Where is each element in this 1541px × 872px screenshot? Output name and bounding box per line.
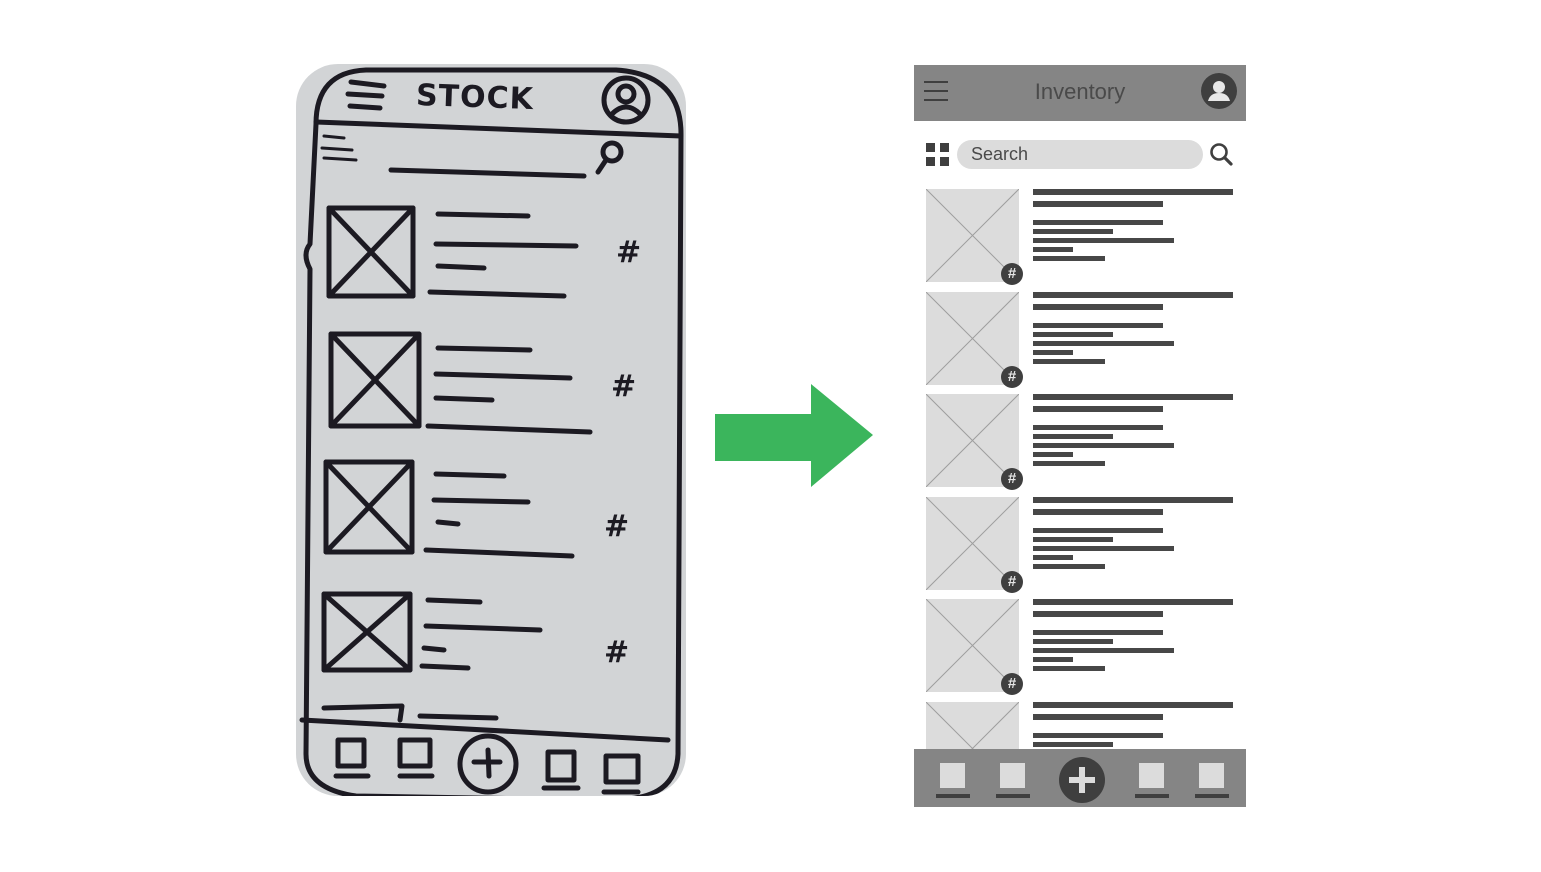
sketch-avatar-icon <box>601 75 651 125</box>
item-title-text <box>1033 611 1163 617</box>
item-detail-text <box>1033 340 1174 346</box>
item-detail-text <box>1033 220 1163 225</box>
search-input[interactable] <box>957 140 1203 169</box>
sketch-item-2-quantity: # <box>611 369 636 404</box>
item-detail-text <box>1033 349 1073 355</box>
quantity-badge: # <box>1001 570 1023 593</box>
sketch-item-3 <box>323 459 575 559</box>
item-detail-text <box>1033 657 1073 662</box>
item-detail-text <box>1033 434 1113 439</box>
sketch-filter-icon <box>320 134 358 162</box>
sketch-menu-icon <box>345 79 387 111</box>
list-item[interactable]: # <box>914 290 1246 388</box>
sketch-item-2 <box>328 331 593 435</box>
sketch-item-4-quantity: # <box>604 635 629 670</box>
item-title-text <box>1033 291 1233 298</box>
quantity-badge: # <box>1001 263 1023 285</box>
item-detail-text <box>1033 322 1163 328</box>
item-detail-text <box>1033 256 1105 261</box>
item-detail-text <box>1033 443 1174 448</box>
sketch-search-field <box>388 167 587 179</box>
transition-arrow-icon <box>715 384 873 487</box>
item-detail-text <box>1033 425 1163 430</box>
sketch-search-icon <box>595 140 624 175</box>
page-title: Inventory <box>1034 79 1126 104</box>
sketch-nav-tab-4 <box>601 753 641 795</box>
nav-tab-3[interactable] <box>1135 763 1169 799</box>
sketch-item-3-quantity: # <box>604 509 629 544</box>
item-title-text <box>1033 496 1233 503</box>
item-title-text <box>1033 303 1163 310</box>
quantity-badge: # <box>1001 673 1023 695</box>
sketch-item-1-quantity: # <box>616 235 641 270</box>
item-title-text <box>1033 701 1233 708</box>
list-item[interactable]: # <box>914 187 1246 285</box>
item-detail-text <box>1033 639 1113 644</box>
sketch-item-4 <box>321 591 543 673</box>
item-detail-text <box>1033 741 1113 747</box>
item-title-text <box>1033 713 1163 720</box>
item-detail-text <box>1033 630 1163 635</box>
item-detail-text <box>1033 461 1105 466</box>
item-detail-text <box>1033 536 1113 542</box>
item-detail-text <box>1033 331 1113 337</box>
item-title-text <box>1033 406 1163 412</box>
item-detail-text <box>1033 358 1105 364</box>
sketch-drawing: # # # # <box>299 67 684 796</box>
app-header: Inventory <box>914 65 1246 121</box>
quantity-badge: # <box>1001 468 1023 490</box>
item-detail-text <box>1033 732 1163 738</box>
item-title-text <box>1033 508 1163 515</box>
item-detail-text <box>1033 563 1105 569</box>
user-avatar-icon[interactable] <box>1201 73 1237 109</box>
sketch-title: STOCK <box>415 77 535 118</box>
add-item-button[interactable] <box>1059 757 1105 803</box>
item-detail-text <box>1033 247 1073 252</box>
sketch-nav-tab-1 <box>333 737 371 779</box>
item-title-text <box>1033 394 1233 400</box>
quantity-badge: # <box>1001 365 1023 388</box>
item-title-text <box>1033 189 1233 195</box>
sketch-nav-tab-3 <box>541 749 581 791</box>
search-icon[interactable] <box>1209 142 1235 168</box>
nav-tab-2[interactable] <box>996 763 1030 799</box>
item-detail-text <box>1033 648 1174 653</box>
sketch-item-1 <box>326 205 579 299</box>
nav-tab-4[interactable] <box>1195 763 1229 799</box>
item-detail-text <box>1033 554 1073 560</box>
list-item[interactable]: # <box>914 495 1246 593</box>
sketch-nav-add <box>457 733 519 795</box>
wireframe-mockup: Inventory ###### <box>914 65 1246 807</box>
sketch-nav-tab-2 <box>397 737 435 779</box>
grid-view-icon[interactable] <box>926 143 950 167</box>
item-title-text <box>1033 599 1233 605</box>
item-detail-text <box>1033 545 1174 551</box>
list-item[interactable]: # <box>914 597 1246 695</box>
item-title-text <box>1033 201 1163 207</box>
item-detail-text <box>1033 452 1073 457</box>
item-detail-text <box>1033 229 1113 234</box>
sketch-phone-outline <box>303 67 684 796</box>
bottom-navigation <box>914 749 1246 807</box>
item-detail-text <box>1033 527 1163 533</box>
search-bar <box>914 138 1246 170</box>
item-detail-text <box>1033 666 1105 671</box>
item-detail-text <box>1033 238 1174 243</box>
list-item[interactable]: # <box>914 392 1246 490</box>
nav-tab-1[interactable] <box>936 763 970 799</box>
paper-sketch: # # # # STOCK <box>296 64 686 796</box>
